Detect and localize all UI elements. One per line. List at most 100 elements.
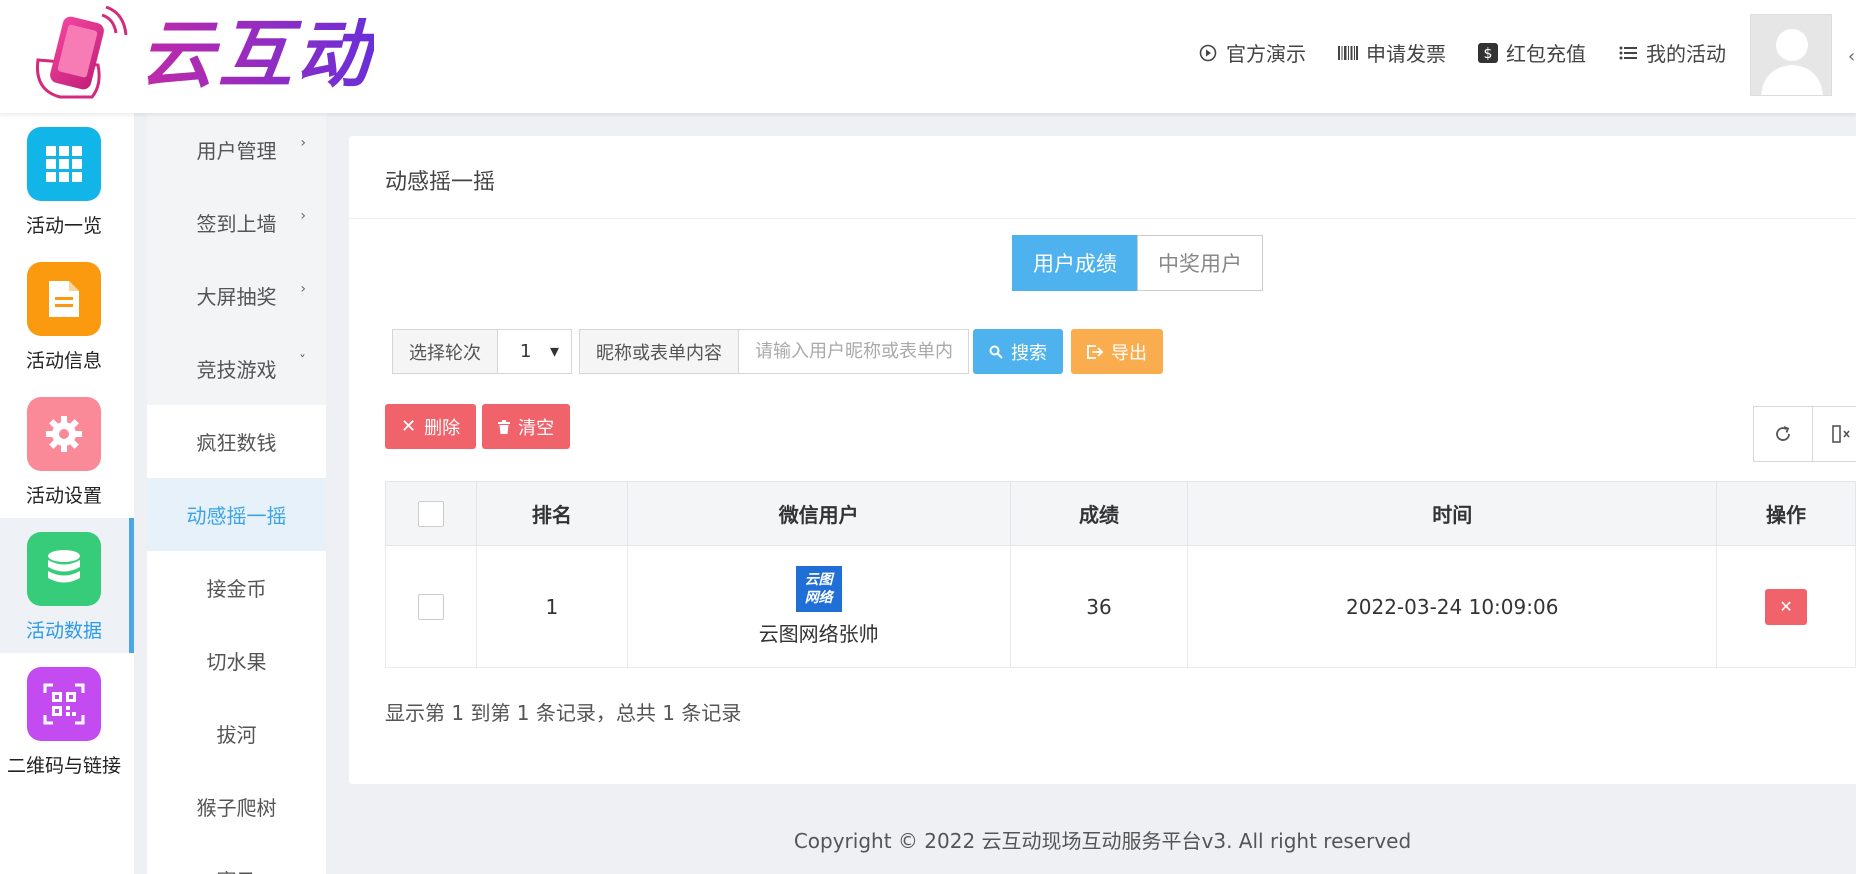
pagination-info: 显示第 1 到第 1 条记录，总共 1 条记录 (385, 701, 742, 725)
sidebar-item-activity-info[interactable]: 活动信息 (0, 248, 134, 383)
submenu-tug-of-war[interactable]: 拔河 (147, 697, 326, 770)
nav-label: 官方演示 (1226, 42, 1306, 66)
sidebar-tile (27, 262, 101, 336)
row-delete-button[interactable]: ✕ (1765, 588, 1808, 625)
submenu-shake[interactable]: 动感摇一摇 (147, 478, 326, 551)
column-header[interactable]: 排名 (475, 481, 628, 546)
sidebar-item-label: 活动数据 (25, 620, 102, 642)
clear-button[interactable]: 清空 (482, 404, 571, 449)
clear-label: 清空 (518, 417, 555, 439)
sidebar-tile (27, 127, 101, 201)
column-header[interactable]: 时间 (1187, 481, 1718, 546)
document-icon (49, 281, 79, 317)
chevron-right-icon: › (300, 135, 306, 151)
svg-text:$: $ (1484, 46, 1493, 62)
search-label: 搜索 (1011, 342, 1047, 364)
submenu-monkey-climb[interactable]: 猴子爬树 (147, 770, 326, 843)
sidebar-item-activity-data[interactable]: 活动数据 (0, 518, 134, 653)
search-button-wrap: 搜索 (973, 329, 1063, 374)
refresh-button[interactable] (1753, 406, 1813, 462)
result-tabs: 用户成绩 中奖用户 (1012, 235, 1263, 291)
brand-name: 云互动 (140, 12, 374, 98)
top-nav: 官方演示 申请发票 $ 红包充值 我的活动 (1198, 38, 1726, 67)
row-checkbox[interactable] (417, 593, 444, 620)
table-header-row: 排名 微信用户 成绩 时间 操作 (385, 481, 1856, 546)
wechat-user-cell: 云图网络 云图网络张帅 (626, 545, 1011, 668)
nav-my-activities[interactable]: 我的活动 (1618, 38, 1726, 67)
select-all-cell (385, 481, 477, 546)
brand-logo-icon[interactable] (30, 5, 128, 105)
submenu-catch-coins[interactable]: 接金币 (147, 551, 326, 624)
nav-official-demo[interactable]: 官方演示 (1198, 38, 1306, 67)
submenu-label: 竞技游戏 (196, 358, 277, 382)
column-header[interactable]: 成绩 (1009, 481, 1189, 546)
nav-redpacket-recharge[interactable]: $ 红包充值 (1478, 38, 1586, 67)
submenu-checkin-wall[interactable]: 签到上墙 › (147, 186, 326, 259)
export-label: 导出 (1111, 342, 1147, 364)
sidebar-tile (27, 397, 101, 471)
chevron-left-icon[interactable]: ‹ (1848, 46, 1855, 67)
sidebar-tile (27, 667, 101, 741)
nav-label: 红包充值 (1506, 42, 1586, 66)
top-header: 云互动 官方演示 申请发票 $ 红包充值 我的活动 ‹ (0, 0, 1856, 113)
tab-winning-users[interactable]: 中奖用户 (1137, 235, 1263, 291)
round-filter: 选择轮次 1 ▾ (392, 329, 572, 374)
play-circle-icon (1198, 43, 1218, 63)
tab-user-scores[interactable]: 用户成绩 (1012, 235, 1138, 291)
gear-icon (46, 416, 82, 452)
submenu-crazy-money[interactable]: 疯狂数钱 (147, 405, 326, 478)
submenu-label: 用户管理 (196, 139, 277, 163)
title-divider (349, 218, 1856, 219)
search-button[interactable]: 搜索 (973, 329, 1063, 374)
action-cell: ✕ (1716, 545, 1856, 668)
sidebar-item-label: 活动一览 (25, 215, 102, 237)
select-all-checkbox[interactable] (417, 500, 444, 527)
columns-toggle-button[interactable] (1812, 406, 1856, 462)
keyword-label: 昵称或表单内容 (579, 329, 739, 374)
export-button[interactable]: 导出 (1071, 329, 1163, 374)
chevron-down-icon: ˇ (299, 354, 306, 370)
export-icon (1087, 344, 1103, 359)
delete-label: 删除 (424, 417, 461, 439)
sidebar-item-qrcode-links[interactable]: 二维码与链接 (0, 653, 134, 788)
caret-down-icon: ▾ (549, 341, 559, 362)
sidebar-item-activity-overview[interactable]: 活动一览 (0, 113, 134, 248)
submenu-competitive-games[interactable]: 竞技游戏 ˇ (147, 332, 326, 405)
submenu-cut-fruit[interactable]: 切水果 (147, 624, 326, 697)
sidebar-item-label: 活动信息 (25, 350, 102, 372)
sub-menu: 用户管理 › 签到上墙 › 大屏抽奖 › 竞技游戏 ˇ 疯狂数钱 动感摇一摇 接… (147, 113, 326, 874)
trash-icon (498, 419, 511, 434)
bulk-actions: ✕ 删除 清空 (385, 404, 571, 449)
submenu-user-management[interactable]: 用户管理 › (147, 113, 326, 186)
close-icon: ✕ (401, 416, 417, 437)
content-card: 动感摇一摇 用户成绩 中奖用户 选择轮次 1 ▾ 昵称或表单内容 搜索 导出 ✕… (349, 136, 1856, 784)
export-button-wrap: 导出 (1071, 329, 1163, 374)
sidebar-item-label: 活动设置 (25, 485, 102, 507)
sidebar-item-activity-settings[interactable]: 活动设置 (0, 383, 134, 518)
round-select[interactable]: 1 ▾ (498, 329, 572, 374)
nav-apply-invoice[interactable]: 申请发票 (1338, 38, 1446, 67)
submenu-big-screen-lottery[interactable]: 大屏抽奖 › (147, 259, 326, 332)
column-header: 操作 (1716, 481, 1856, 546)
close-icon: ✕ (1779, 597, 1793, 616)
table-row: 1 云图网络 云图网络张帅 36 2022-03-24 10:09:06 ✕ (385, 545, 1856, 668)
list-icon (1618, 43, 1638, 63)
columns-icon (1832, 425, 1850, 443)
search-icon (989, 345, 1003, 359)
delete-button[interactable]: ✕ 删除 (385, 404, 477, 449)
user-avatar-text: 云图网络 (804, 572, 833, 606)
submenu-horse-race[interactable]: 赛马 (147, 843, 326, 874)
keyword-input[interactable] (739, 329, 969, 374)
nav-label: 我的活动 (1646, 42, 1726, 66)
keyword-filter: 昵称或表单内容 (579, 329, 969, 374)
user-silhouette-icon (1761, 29, 1823, 95)
database-icon (48, 550, 80, 583)
grid-icon (46, 146, 82, 182)
avatar[interactable] (1750, 14, 1832, 96)
qrcode-icon (43, 683, 85, 725)
nav-label: 申请发票 (1366, 42, 1446, 66)
round-value: 1 (520, 341, 532, 362)
barcode-icon (1338, 43, 1358, 63)
user-avatar: 云图网络 (795, 566, 842, 612)
main-sidebar: 活动一览 活动信息 活动设置 活动数据 二维码与链接 (0, 113, 134, 874)
